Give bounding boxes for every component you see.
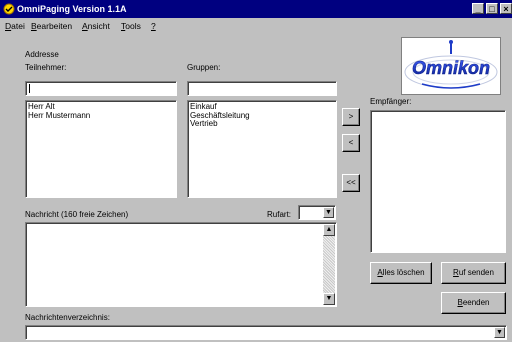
omnikon-logo-graphic: Omnikon	[404, 40, 498, 89]
logo: Omnikon	[401, 37, 501, 95]
clear-all-button[interactable]: Alles löschen	[370, 262, 432, 284]
scroll-down-icon[interactable]: ▼	[323, 293, 335, 305]
logo-text: Omnikon	[412, 58, 490, 78]
list-item-group[interactable]: Vertrieb	[188, 119, 336, 129]
window-title: OmniPaging Version 1.1A	[17, 4, 127, 14]
minimize-button[interactable]: _	[472, 3, 484, 14]
message-scrollbar[interactable]: ▲ ▼	[323, 224, 335, 305]
maximize-button[interactable]: □	[486, 3, 498, 14]
menu-tools[interactable]: Tools	[121, 21, 141, 31]
remove-all-recipients-button[interactable]: <<	[342, 174, 360, 192]
menu-help[interactable]: ?	[151, 21, 156, 31]
menu-bar: Datei Bearbeiten Ansicht Tools ?	[0, 18, 512, 33]
app-icon	[3, 3, 15, 15]
message-label: Nachricht (160 freie Zeichen)	[25, 210, 129, 219]
groups-label: Gruppen:	[187, 63, 221, 72]
address-group-label: Addresse	[25, 50, 59, 59]
history-select[interactable]: ▼	[25, 325, 507, 340]
chevron-down-icon[interactable]: ▼	[323, 207, 334, 218]
add-recipient-button[interactable]: >	[342, 108, 360, 126]
participants-label: Teilnehmer:	[25, 63, 67, 72]
participants-input[interactable]	[25, 81, 177, 96]
chevron-down-icon[interactable]: ▼	[494, 327, 505, 338]
menu-bearbeiten[interactable]: Bearbeiten	[31, 21, 72, 31]
menu-ansicht[interactable]: Ansicht	[82, 21, 110, 31]
recipients-label: Empfänger:	[370, 97, 412, 106]
groups-input[interactable]	[187, 81, 337, 96]
rufart-select[interactable]: ▼	[298, 205, 336, 220]
exit-button[interactable]: Beenden	[441, 292, 506, 314]
remove-recipient-button[interactable]: <	[342, 134, 360, 152]
scroll-up-icon[interactable]: ▲	[323, 224, 335, 236]
history-label: Nachrichtenverzeichnis:	[25, 313, 110, 322]
text-cursor	[29, 84, 30, 93]
groups-list[interactable]: Einkauf Geschäftsleitung Vertrieb	[187, 100, 337, 198]
send-call-button[interactable]: Ruf senden	[441, 262, 506, 284]
recipients-list[interactable]	[370, 110, 506, 253]
message-textarea[interactable]: ▲ ▼	[25, 222, 337, 307]
participants-list[interactable]: Herr Alt Herr Mustermann	[25, 100, 177, 198]
title-bar[interactable]: OmniPaging Version 1.1A _ □ ×	[0, 0, 512, 18]
menu-datei[interactable]: Datei	[5, 21, 25, 31]
rufart-label: Rufart:	[267, 210, 292, 219]
list-item-participant[interactable]: Herr Mustermann	[26, 111, 176, 121]
close-button[interactable]: ×	[500, 3, 512, 14]
